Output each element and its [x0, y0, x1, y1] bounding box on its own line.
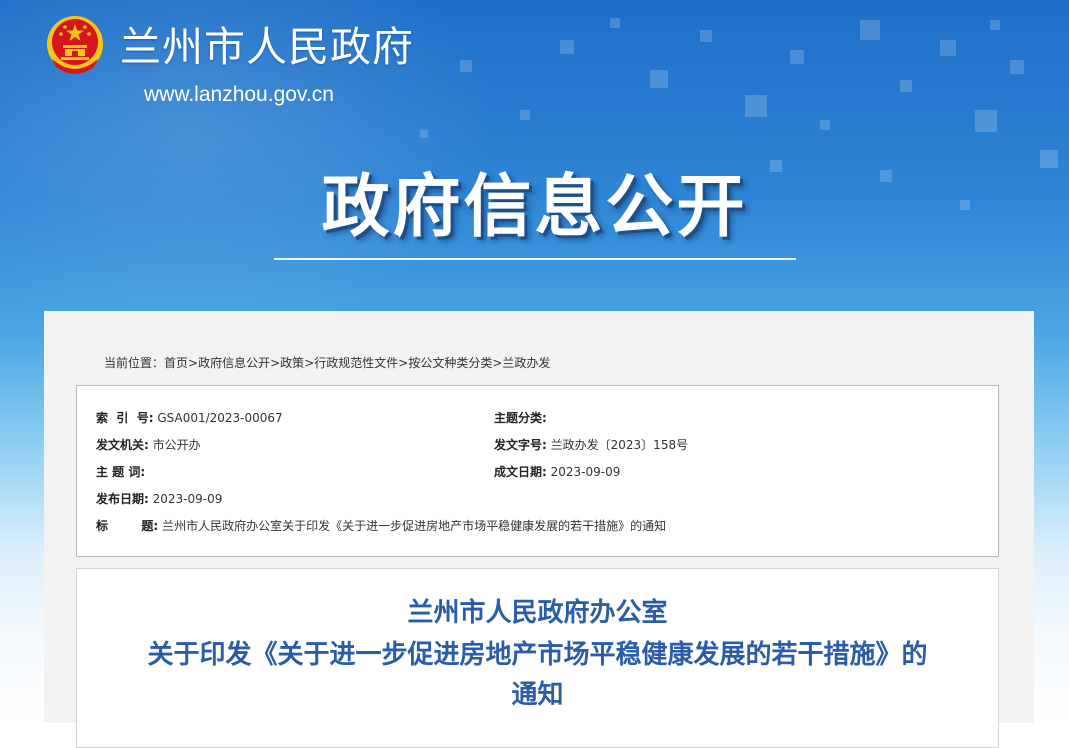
- decor-square: [520, 110, 530, 120]
- decor-square: [790, 50, 804, 64]
- meta-subject-words: 主 题 词:: [96, 463, 145, 481]
- national-emblem-icon: [47, 16, 103, 74]
- decor-square: [940, 40, 956, 56]
- breadcrumb-item-by-doc-type[interactable]: 按公文种类分类: [408, 356, 492, 370]
- meta-label: 发文机关:: [96, 438, 149, 452]
- decor-square: [650, 70, 668, 88]
- decor-square: [1010, 60, 1024, 74]
- meta-label: 发文字号:: [494, 438, 547, 452]
- meta-label: 索 引 号:: [96, 411, 154, 425]
- document-title-line2: 关于印发《关于进一步促进房地产市场平稳健康发展的若干措施》的: [147, 640, 928, 670]
- decor-square: [560, 40, 574, 54]
- document-title-line3: 通知: [511, 680, 564, 710]
- decor-square: [820, 120, 830, 130]
- breadcrumb-item-home[interactable]: 首页: [164, 356, 188, 370]
- meta-issuing-agency: 发文机关: 市公开办: [96, 436, 201, 454]
- decor-square: [700, 30, 712, 42]
- breadcrumb-item-normative-docs[interactable]: 行政规范性文件: [314, 356, 398, 370]
- breadcrumb-separator: >: [270, 356, 281, 370]
- decor-square: [1040, 150, 1058, 168]
- meta-value: 市公开办: [152, 438, 201, 452]
- meta-value: 兰政办发〔2023〕158号: [550, 438, 689, 452]
- meta-publish-date: 发布日期: 2023-09-09: [96, 490, 222, 508]
- decor-square: [900, 80, 912, 92]
- breadcrumb-separator: >: [492, 356, 503, 370]
- decor-square: [610, 18, 620, 28]
- decor-square: [990, 20, 1000, 30]
- meta-topic-category: 主题分类:: [494, 409, 547, 427]
- decor-square: [420, 130, 428, 138]
- breadcrumb-item-gov-info[interactable]: 政府信息公开: [198, 356, 270, 370]
- meta-document-number: 发文字号: 兰政办发〔2023〕158号: [494, 436, 688, 454]
- breadcrumb-item-policy[interactable]: 政策: [280, 356, 304, 370]
- decor-square: [860, 20, 880, 40]
- meta-value: 2023-09-09: [550, 465, 621, 479]
- decor-square: [745, 95, 767, 117]
- decor-square: [975, 110, 997, 132]
- document-title-line1: 兰州市人民政府办公室: [407, 598, 668, 628]
- breadcrumb-separator: >: [398, 356, 409, 370]
- meta-value: GSA001/2023-00067: [157, 411, 283, 425]
- meta-label: 标 题:: [96, 519, 159, 533]
- meta-index-no: 索 引 号: GSA001/2023-00067: [96, 409, 283, 427]
- site-name[interactable]: 兰州市人民政府: [120, 22, 414, 72]
- site-url[interactable]: www.lanzhou.gov.cn: [144, 82, 334, 108]
- meta-label: 主 题 词:: [96, 465, 146, 479]
- breadcrumb-item-lanzhengbanfa[interactable]: 兰政办发: [502, 356, 550, 370]
- breadcrumb-separator: >: [304, 356, 315, 370]
- meta-label: 主题分类:: [494, 411, 547, 425]
- meta-value: 兰州市人民政府办公室关于印发《关于进一步促进房地产市场平稳健康发展的若干措施》的…: [162, 519, 667, 533]
- meta-value: 2023-09-09: [152, 492, 223, 506]
- decor-square: [460, 60, 472, 72]
- meta-label: 发布日期:: [96, 492, 149, 506]
- meta-written-date: 成文日期: 2023-09-09: [494, 463, 620, 481]
- meta-title: 标 题: 兰州市人民政府办公室关于印发《关于进一步促进房地产市场平稳健康发展的若…: [96, 517, 666, 535]
- page-heading: 政府信息公开: [321, 168, 748, 247]
- breadcrumb-separator: >: [188, 356, 199, 370]
- meta-label: 成文日期:: [494, 465, 547, 479]
- breadcrumb-prefix: 当前位置：: [104, 356, 165, 370]
- breadcrumb: 当前位置：首页>政府信息公开>政策>行政规范性文件>按公文种类分类>兰政办发: [104, 354, 550, 372]
- heading-underline: [274, 258, 796, 260]
